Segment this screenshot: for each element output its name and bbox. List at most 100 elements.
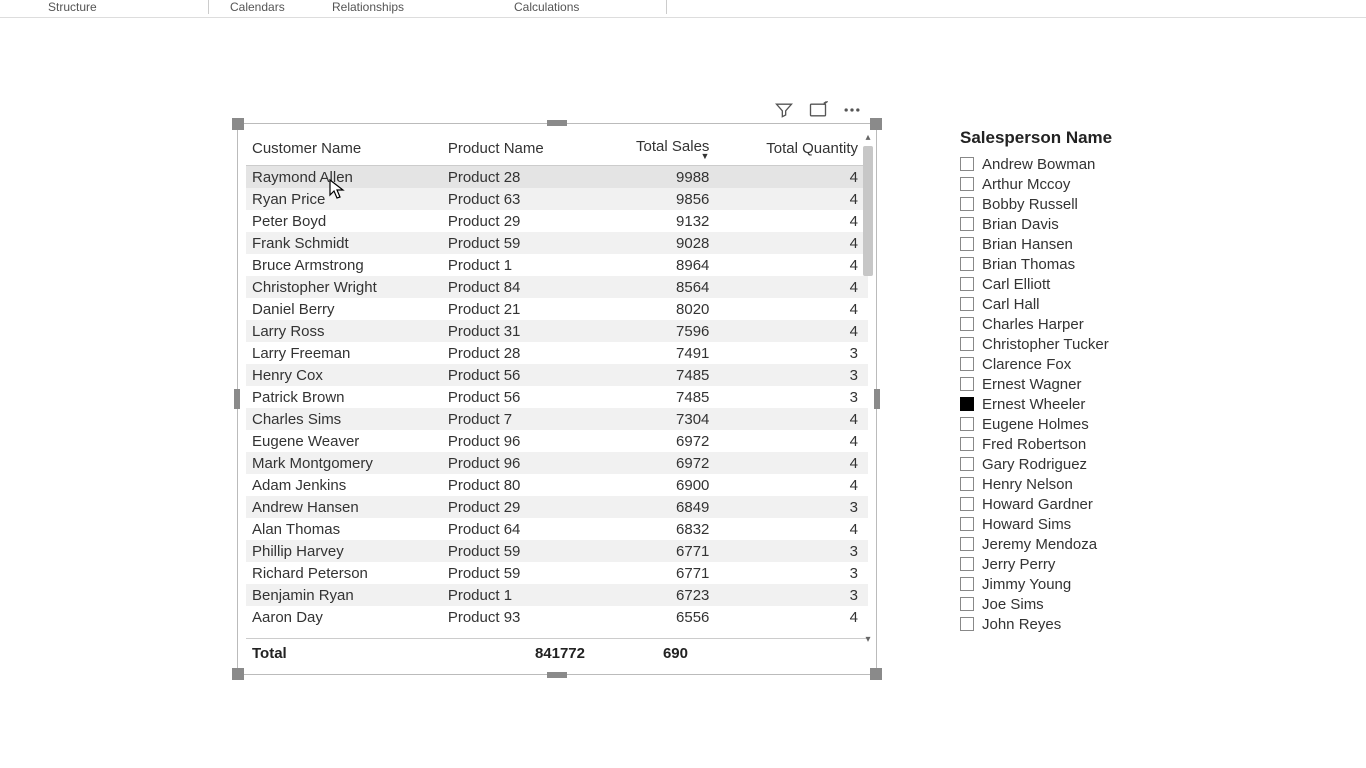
cell-product[interactable]: Product 96: [442, 430, 596, 452]
cell-product[interactable]: Product 93: [442, 606, 596, 628]
table-body[interactable]: Raymond AllenProduct 2899884Ryan PricePr…: [246, 166, 868, 629]
cell-sales[interactable]: 9856: [596, 188, 719, 210]
scroll-thumb[interactable]: [863, 146, 873, 276]
cell-sales[interactable]: 6849: [596, 496, 719, 518]
cell-customer[interactable]: Adam Jenkins: [246, 474, 442, 496]
slicer-list[interactable]: Andrew BowmanArthur MccoyBobby Russell Br…: [960, 154, 1180, 634]
checkbox-icon[interactable]: [960, 197, 974, 211]
scroll-up-arrow[interactable]: ▴: [862, 132, 874, 144]
cell-customer[interactable]: Benjamin Ryan: [246, 584, 442, 606]
slicer-item[interactable]: Brian Hansen: [960, 234, 1180, 254]
cell-product[interactable]: Product 96: [442, 452, 596, 474]
slicer-item[interactable]: John Reyes: [960, 614, 1180, 634]
cell-sales[interactable]: 7304: [596, 408, 719, 430]
cell-product[interactable]: Product 56: [442, 364, 596, 386]
more-options-icon[interactable]: [842, 100, 862, 123]
cell-qty[interactable]: 4: [719, 188, 868, 210]
cell-product[interactable]: Product 84: [442, 276, 596, 298]
cell-customer[interactable]: Richard Peterson: [246, 562, 442, 584]
cell-customer[interactable]: Henry Cox: [246, 364, 442, 386]
col-product-name[interactable]: Product Name: [442, 132, 596, 166]
scroll-down-arrow[interactable]: ▾: [862, 634, 874, 646]
cell-customer[interactable]: Mark Montgomery: [246, 452, 442, 474]
cell-customer[interactable]: Andrew Hansen: [246, 496, 442, 518]
cell-sales[interactable]: 6556: [596, 606, 719, 628]
checkbox-icon[interactable]: [960, 497, 974, 511]
cell-qty[interactable]: 3: [719, 540, 868, 562]
cell-sales[interactable]: 8020: [596, 298, 719, 320]
resize-handle-bottom[interactable]: [547, 672, 567, 678]
cell-qty[interactable]: 3: [719, 364, 868, 386]
cell-qty[interactable]: 4: [719, 408, 868, 430]
col-total-quantity[interactable]: Total Quantity: [719, 132, 868, 166]
cell-sales[interactable]: 6900: [596, 474, 719, 496]
checkbox-icon[interactable]: [960, 477, 974, 491]
cell-qty[interactable]: 4: [719, 232, 868, 254]
table-row[interactable]: Alan ThomasProduct 6468324: [246, 518, 868, 540]
slicer-item[interactable]: Carl Elliott: [960, 274, 1180, 294]
cell-customer[interactable]: Patrick Brown: [246, 386, 442, 408]
cell-qty[interactable]: 3: [719, 584, 868, 606]
cell-qty[interactable]: 3: [719, 496, 868, 518]
cell-qty[interactable]: 4: [719, 320, 868, 342]
cell-customer[interactable]: Larry Ross: [246, 320, 442, 342]
slicer-item[interactable]: Carl Hall: [960, 294, 1180, 314]
cell-sales[interactable]: 6771: [596, 562, 719, 584]
slicer-item[interactable]: Gary Rodriguez: [960, 454, 1180, 474]
cell-product[interactable]: Product 80: [442, 474, 596, 496]
slicer-item[interactable]: Joe Sims: [960, 594, 1180, 614]
slicer-item[interactable]: Henry Nelson: [960, 474, 1180, 494]
slicer-item[interactable]: Arthur Mccoy: [960, 174, 1180, 194]
table-row[interactable]: Benjamin RyanProduct 167233: [246, 584, 868, 606]
checkbox-icon[interactable]: [960, 357, 974, 371]
cell-sales[interactable]: 6771: [596, 540, 719, 562]
checkbox-icon[interactable]: [960, 617, 974, 631]
cell-customer[interactable]: Peter Boyd: [246, 210, 442, 232]
table-row[interactable]: Christopher WrightProduct 8485644: [246, 276, 868, 298]
cell-customer[interactable]: Raymond Allen: [246, 166, 442, 189]
table-row[interactable]: Aaron DayProduct 9365564: [246, 606, 868, 628]
checkbox-icon[interactable]: [960, 237, 974, 251]
table-row[interactable]: Adam JenkinsProduct 8069004: [246, 474, 868, 496]
cell-product[interactable]: Product 29: [442, 210, 596, 232]
checkbox-icon[interactable]: [960, 257, 974, 271]
cell-customer[interactable]: Aaron Day: [246, 606, 442, 628]
cell-customer[interactable]: Daniel Berry: [246, 298, 442, 320]
cell-qty[interactable]: 4: [719, 474, 868, 496]
table-row[interactable]: Daniel BerryProduct 2180204: [246, 298, 868, 320]
slicer-item[interactable]: Jimmy Young: [960, 574, 1180, 594]
cell-customer[interactable]: Charles Sims: [246, 408, 442, 430]
cell-sales[interactable]: 7491: [596, 342, 719, 364]
checkbox-icon[interactable]: [960, 537, 974, 551]
col-total-sales[interactable]: Total Sales ▼: [596, 132, 719, 166]
cell-product[interactable]: Product 63: [442, 188, 596, 210]
cell-product[interactable]: Product 64: [442, 518, 596, 540]
cell-qty[interactable]: 4: [719, 276, 868, 298]
table-row[interactable]: Frank SchmidtProduct 5990284: [246, 232, 868, 254]
cell-product[interactable]: Product 59: [442, 540, 596, 562]
slicer-item[interactable]: Howard Gardner: [960, 494, 1180, 514]
cell-customer[interactable]: Christopher Wright: [246, 276, 442, 298]
table-row[interactable]: Raymond AllenProduct 2899884: [246, 166, 868, 189]
slicer-item[interactable]: Andrew Bowman: [960, 154, 1180, 174]
cell-customer[interactable]: Frank Schmidt: [246, 232, 442, 254]
table-row[interactable]: Larry RossProduct 3175964: [246, 320, 868, 342]
slicer-item[interactable]: Bobby Russell: [960, 194, 1180, 214]
cell-sales[interactable]: 6972: [596, 452, 719, 474]
checkbox-icon[interactable]: [960, 557, 974, 571]
cell-sales[interactable]: 7485: [596, 364, 719, 386]
resize-handle-tr[interactable]: [870, 118, 882, 130]
cell-qty[interactable]: 3: [719, 386, 868, 408]
slicer-item[interactable]: Brian Thomas: [960, 254, 1180, 274]
cell-qty[interactable]: 4: [719, 166, 868, 189]
cell-qty[interactable]: 4: [719, 452, 868, 474]
cell-sales[interactable]: 9028: [596, 232, 719, 254]
salesperson-slicer[interactable]: Salesperson Name Andrew BowmanArthur Mcc…: [960, 128, 1180, 634]
cell-sales[interactable]: 7596: [596, 320, 719, 342]
table-visual[interactable]: Customer Name Product Name Total Sales ▼…: [237, 123, 877, 675]
checkbox-icon[interactable]: [960, 157, 974, 171]
table-row[interactable]: Peter BoydProduct 2991324: [246, 210, 868, 232]
checkbox-icon[interactable]: [960, 517, 974, 531]
checkbox-icon[interactable]: [960, 297, 974, 311]
checkbox-icon[interactable]: [960, 277, 974, 291]
